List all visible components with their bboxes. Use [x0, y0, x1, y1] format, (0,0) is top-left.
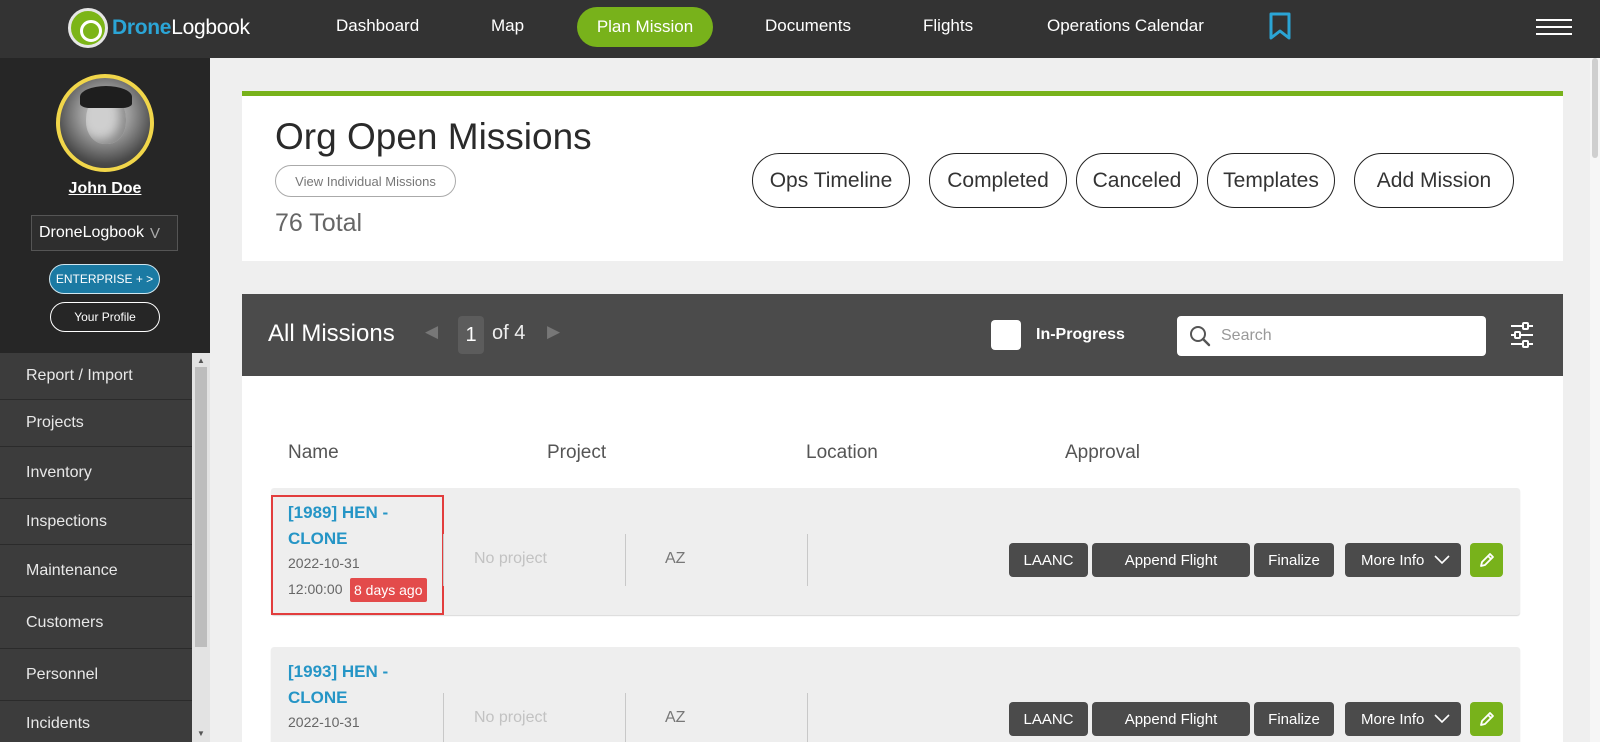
column-divider: [443, 693, 444, 742]
append-flight-button[interactable]: Append Flight: [1092, 702, 1250, 736]
main-content: Org Open Missions View Individual Missio…: [210, 58, 1600, 742]
hamburger-menu-icon[interactable]: [1536, 19, 1572, 37]
column-header-project[interactable]: Project: [547, 442, 606, 464]
sidebar-item-report-import[interactable]: Report / Import: [0, 353, 192, 400]
top-nav-bar: DroneLogbook Dashboard Map Plan Mission …: [0, 0, 1600, 58]
column-header-approval[interactable]: Approval: [1065, 442, 1140, 464]
page-scrollbar[interactable]: [1590, 58, 1600, 742]
next-page-icon[interactable]: ▶: [547, 322, 560, 342]
missions-header-card: Org Open Missions View Individual Missio…: [242, 91, 1563, 261]
in-progress-label: In-Progress: [1036, 326, 1125, 343]
finalize-button[interactable]: Finalize: [1254, 543, 1334, 577]
search-box[interactable]: [1177, 316, 1486, 356]
page-scroll-thumb[interactable]: [1592, 58, 1598, 158]
laanc-button[interactable]: LAANC: [1009, 543, 1088, 577]
avatar[interactable]: [56, 74, 154, 172]
sidebar-item-customers[interactable]: Customers: [0, 597, 192, 649]
nav-dashboard[interactable]: Dashboard: [336, 16, 419, 36]
filter-sliders-icon[interactable]: [1510, 322, 1534, 348]
missions-total: 76 Total: [275, 209, 363, 237]
mission-date: 2022-10-31: [288, 714, 360, 730]
mission-location: AZ: [665, 709, 686, 726]
chevron-down-icon: [1434, 555, 1450, 565]
mission-name-link[interactable]: [1989] HEN - CLONE: [288, 500, 418, 552]
pencil-icon: [1479, 553, 1494, 567]
missions-table: Name Project Location Approval [1989] HE…: [242, 376, 1563, 742]
sidebar-scrollbar[interactable]: ▲ ▼: [192, 353, 210, 742]
column-divider: [807, 534, 808, 586]
chevron-down-icon: V: [149, 224, 160, 242]
edit-mission-button[interactable]: [1470, 543, 1503, 577]
nav-operations-calendar[interactable]: Operations Calendar: [1047, 16, 1204, 36]
append-flight-button[interactable]: Append Flight: [1092, 543, 1250, 577]
laanc-button[interactable]: LAANC: [1009, 702, 1088, 736]
canceled-button[interactable]: Canceled: [1076, 153, 1198, 208]
page-number-input[interactable]: 1: [458, 316, 484, 354]
completed-button[interactable]: Completed: [929, 153, 1067, 208]
mission-location: AZ: [665, 550, 686, 567]
user-name-link[interactable]: John Doe: [0, 180, 210, 198]
sidebar-item-inspections[interactable]: Inspections: [0, 499, 192, 545]
dronelogbook-logo[interactable]: DroneLogbook: [68, 8, 250, 48]
sidebar-menu: Report / Import Projects Inventory Inspe…: [0, 353, 192, 742]
drone-logo-icon: [68, 8, 108, 48]
sidebar-item-incidents[interactable]: Incidents: [0, 701, 192, 742]
org-select[interactable]: DroneLogbook V: [31, 215, 178, 251]
ops-timeline-button[interactable]: Ops Timeline: [752, 153, 910, 208]
column-header-name[interactable]: Name: [288, 442, 339, 464]
table-row: [1989] HEN - CLONE 2022-10-31 12:00:00 8…: [271, 488, 1520, 615]
mission-project: No project: [474, 550, 547, 567]
in-progress-checkbox[interactable]: [991, 320, 1021, 350]
bookmark-icon[interactable]: [1268, 12, 1292, 40]
missions-toolbar: All Missions ◀ 1 of 4 ▶ In-Progress: [242, 294, 1563, 376]
scroll-up-arrow-icon[interactable]: ▲: [197, 356, 205, 365]
column-divider: [443, 534, 444, 586]
mission-time: 12:00:00: [288, 581, 343, 597]
edit-mission-button[interactable]: [1470, 702, 1503, 736]
view-individual-missions-button[interactable]: View Individual Missions: [275, 165, 456, 197]
more-info-dropdown[interactable]: More Info: [1345, 543, 1461, 577]
mission-date: 2022-10-31: [288, 555, 360, 571]
prev-page-icon[interactable]: ◀: [425, 322, 438, 342]
finalize-button[interactable]: Finalize: [1254, 702, 1334, 736]
sidebar-item-projects[interactable]: Projects: [0, 400, 192, 447]
sidebar-item-personnel[interactable]: Personnel: [0, 649, 192, 701]
sidebar-scroll-thumb[interactable]: [195, 367, 207, 647]
nav-flights[interactable]: Flights: [923, 16, 973, 36]
all-missions-title: All Missions: [268, 320, 395, 347]
templates-button[interactable]: Templates: [1207, 153, 1335, 208]
search-input[interactable]: [1221, 327, 1471, 345]
page-title: Org Open Missions: [275, 116, 592, 157]
more-info-label: More Info: [1361, 710, 1425, 728]
mission-name-link[interactable]: [1993] HEN - CLONE: [288, 659, 418, 711]
column-divider: [625, 693, 626, 742]
your-profile-button[interactable]: Your Profile: [50, 302, 160, 332]
mission-project: No project: [474, 709, 547, 726]
column-divider: [807, 693, 808, 742]
more-info-label: More Info: [1361, 551, 1425, 569]
nav-map[interactable]: Map: [491, 16, 524, 36]
pencil-icon: [1479, 712, 1494, 726]
nav-plan-mission[interactable]: Plan Mission: [577, 7, 713, 47]
nav-documents[interactable]: Documents: [765, 16, 851, 36]
sidebar-item-inventory[interactable]: Inventory: [0, 447, 192, 499]
more-info-dropdown[interactable]: More Info: [1345, 702, 1461, 736]
logo-text: DroneLogbook: [112, 16, 250, 39]
chevron-down-icon: [1434, 714, 1450, 724]
sidebar: John Doe DroneLogbook V ENTERPRISE + > Y…: [0, 58, 210, 742]
relative-time-badge: 8 days ago: [350, 578, 427, 602]
org-select-value: DroneLogbook: [39, 224, 144, 241]
sidebar-item-maintenance[interactable]: Maintenance: [0, 545, 192, 597]
add-mission-button[interactable]: Add Mission: [1354, 153, 1514, 208]
column-divider: [625, 534, 626, 586]
column-header-location[interactable]: Location: [806, 442, 878, 464]
search-icon: [1190, 326, 1211, 347]
profile-panel: John Doe DroneLogbook V ENTERPRISE + > Y…: [0, 58, 210, 352]
scroll-down-arrow-icon[interactable]: ▼: [197, 729, 205, 738]
table-row: [1993] HEN - CLONE 2022-10-31 No project…: [271, 647, 1520, 742]
page-of-label: of 4: [492, 322, 526, 344]
enterprise-button[interactable]: ENTERPRISE + >: [49, 264, 160, 294]
